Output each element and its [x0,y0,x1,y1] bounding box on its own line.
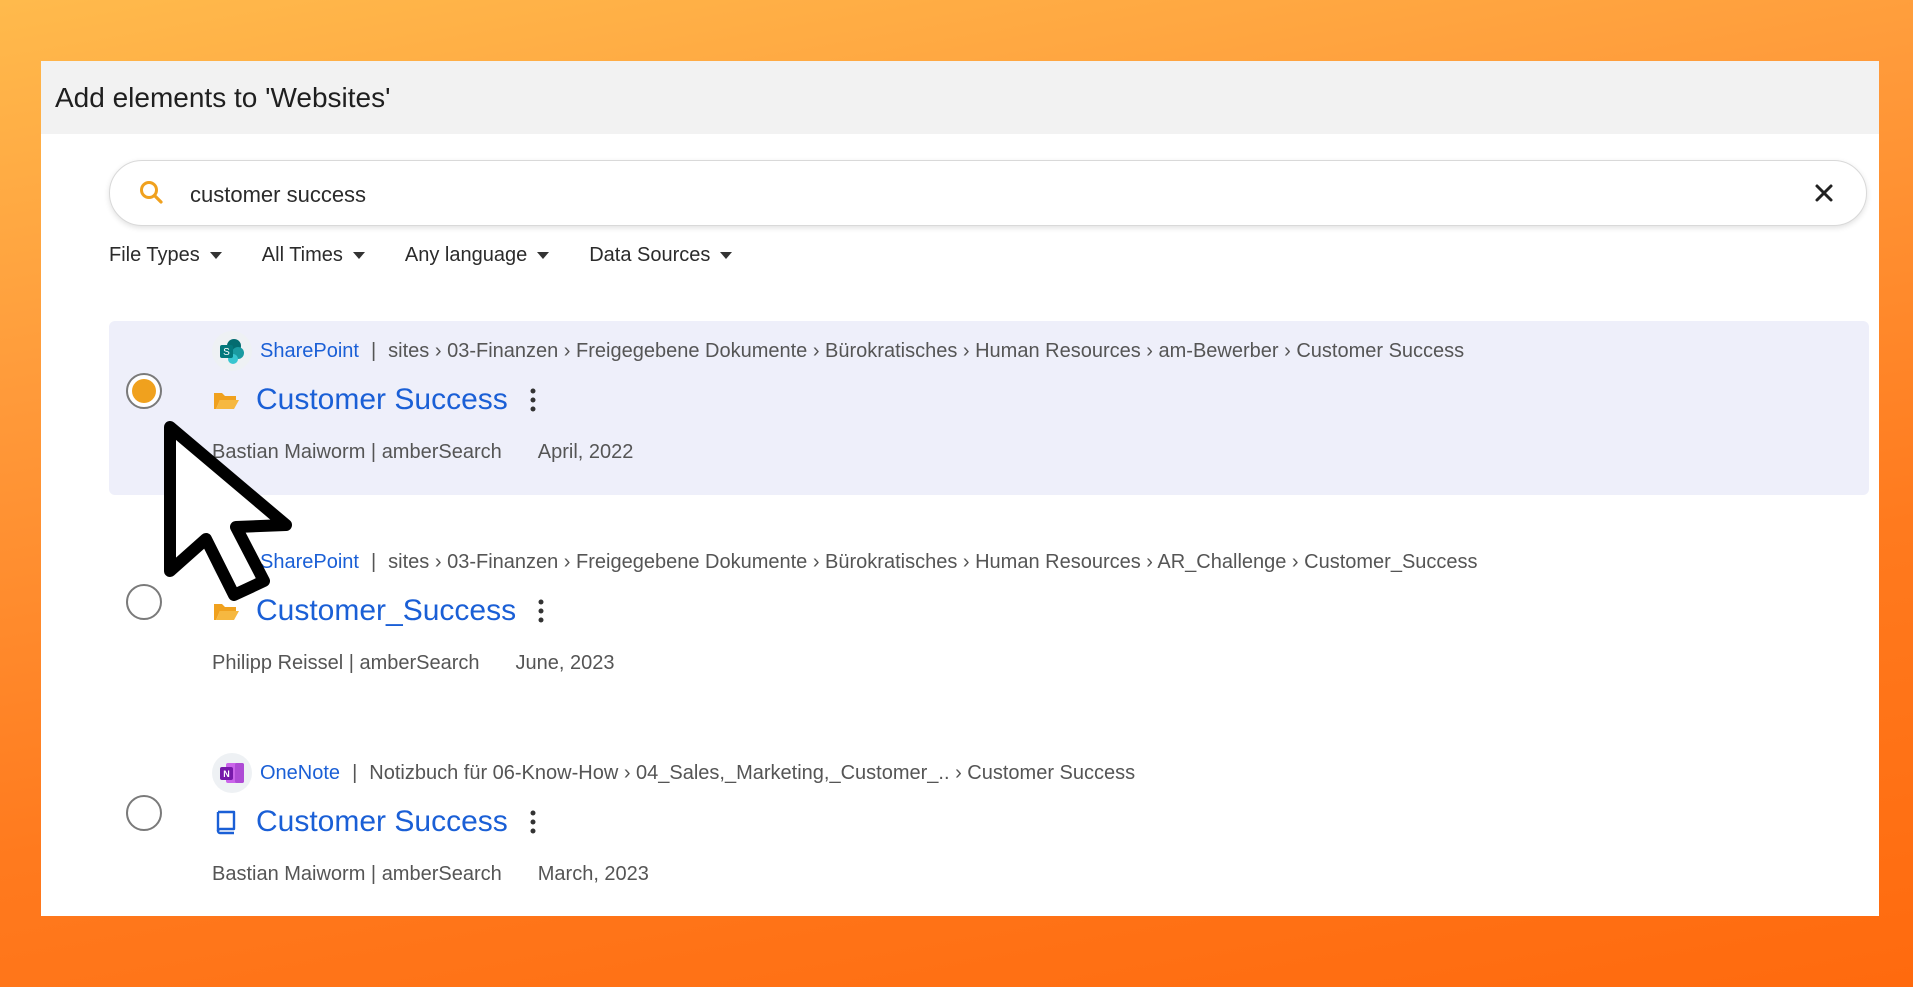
select-radio[interactable] [126,584,162,620]
result-author: Bastian Maiworm | amberSearch [212,863,502,885]
more-vertical-icon[interactable] [528,809,538,835]
result-author: Bastian Maiworm | amberSearch [212,441,502,463]
caret-down-icon [209,252,222,259]
search-bar [109,160,1867,226]
filter-file-types[interactable]: File Types [109,244,222,267]
result-meta: Philipp Reissel | amberSearch June, 2023 [212,652,615,675]
result-title-line: Customer Success [212,383,538,417]
filter-label: File Types [109,244,200,266]
folder-open-icon [214,393,239,409]
source-link[interactable]: SharePoint [260,551,359,574]
result-title[interactable]: Customer Success [256,805,508,839]
source-separator: | [370,339,377,362]
result-title[interactable]: Customer_Success [256,594,516,628]
caret-down-icon [537,252,550,259]
filter-label: Any language [404,244,528,266]
result-source-line: N OneNote | Notizbuch für 06-Know-How › … [212,753,1135,793]
result-title-line: Customer_Success [212,594,546,628]
close-icon[interactable] [1812,181,1836,205]
result-item[interactable]: S SharePoint | sites › 03-Finanzen › Fre… [109,321,1869,495]
filter-any-language[interactable]: Any language [404,244,550,267]
more-vertical-icon[interactable] [536,598,546,624]
result-item[interactable]: S SharePoint | sites › 03-Finanzen › Fre… [109,532,1869,706]
result-source-line: S SharePoint | sites › 03-Finanzen › Fre… [212,542,1478,582]
result-title[interactable]: Customer Success [256,383,508,417]
result-date: March, 2023 [537,863,649,885]
result-source-line: S SharePoint | sites › 03-Finanzen › Fre… [212,331,1464,371]
source-link[interactable]: SharePoint [260,340,359,363]
svg-text:S: S [223,558,230,569]
result-title-line: Customer Success [212,805,538,839]
select-radio[interactable] [126,795,162,831]
notebook-icon [216,810,236,835]
sharepoint-icon: S [212,331,252,371]
result-path: Notizbuch für 06-Know-How › 04_Sales,_Ma… [369,761,1136,784]
filter-bar: File Types All Times Any language Data S… [109,244,733,267]
more-vertical-icon[interactable] [528,387,538,413]
sharepoint-icon: S [212,542,252,582]
search-input[interactable] [188,175,1752,215]
dialog-title: Add elements to 'Websites' [55,81,391,113]
add-elements-dialog: Add elements to 'Websites' File Types Al… [41,61,1879,916]
onenote-icon: N [212,753,252,793]
caret-down-icon [720,252,733,259]
source-link[interactable]: OneNote [260,762,340,785]
result-date: April, 2022 [537,441,634,463]
result-item[interactable]: N OneNote | Notizbuch für 06-Know-How › … [109,743,1869,916]
result-path: sites › 03-Finanzen › Freigegebene Dokum… [388,550,1478,573]
source-separator: | [352,761,358,784]
filter-label: Data Sources [589,244,711,266]
result-meta: Bastian Maiworm | amberSearch April, 202… [212,441,633,464]
search-icon [140,181,163,204]
source-separator: | [370,550,377,573]
filter-data-sources[interactable]: Data Sources [589,244,733,267]
filter-all-times[interactable]: All Times [262,244,365,267]
svg-text:N: N [223,769,230,779]
svg-text:S: S [223,347,230,358]
folder-open-icon [214,604,239,620]
result-author: Philipp Reissel | amberSearch [212,652,480,674]
caret-down-icon [352,252,365,259]
result-path: sites › 03-Finanzen › Freigegebene Dokum… [388,339,1465,362]
filter-label: All Times [261,244,343,266]
result-meta: Bastian Maiworm | amberSearch March, 202… [212,863,649,886]
select-radio[interactable] [126,373,162,409]
dialog-header: Add elements to 'Websites' [41,61,1879,134]
result-date: June, 2023 [515,652,615,674]
